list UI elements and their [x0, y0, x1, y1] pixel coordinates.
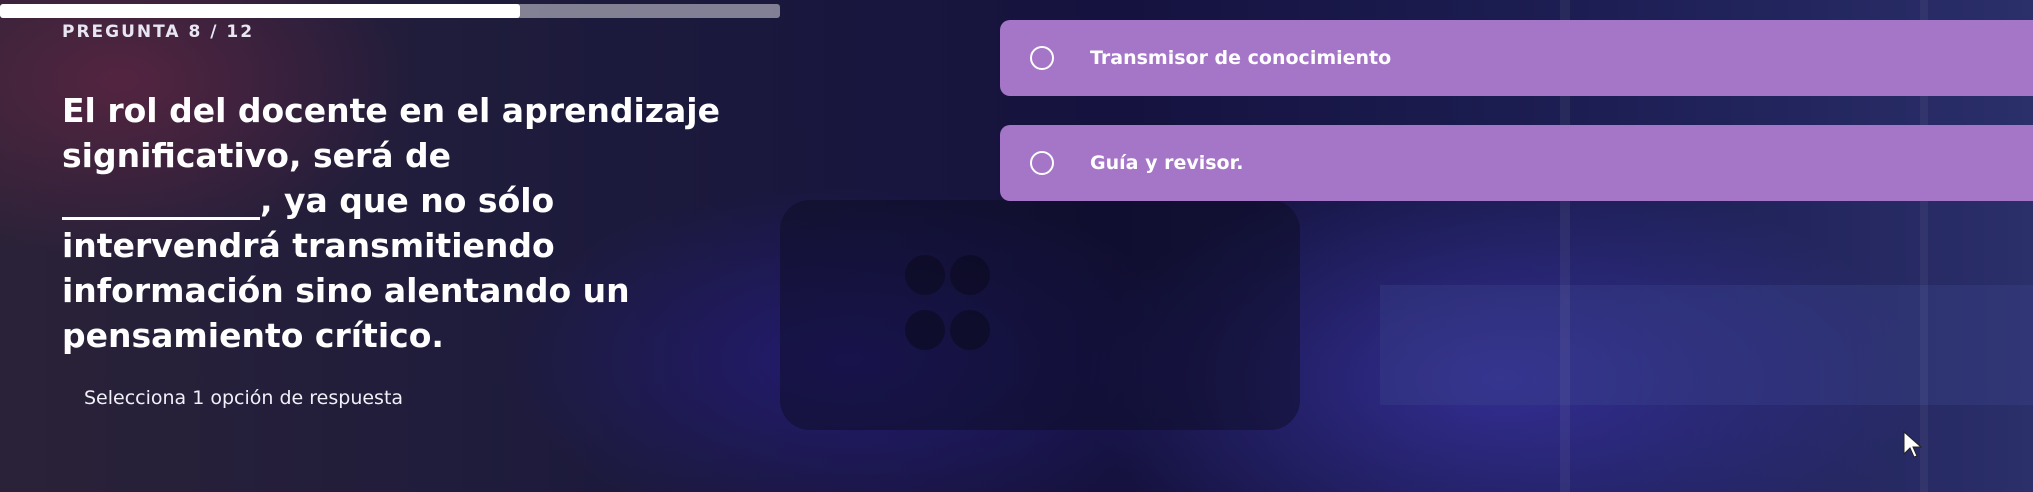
answer-option-guia[interactable]: Guía y revisor. [1000, 125, 2033, 201]
progress-bar-fill [0, 4, 521, 18]
background-shape [780, 200, 1300, 430]
progress-bar [0, 4, 780, 18]
background-shape [950, 255, 990, 295]
question-line: El rol del docente en el aprendizaje [62, 91, 720, 130]
question-line: significativo, será de [62, 136, 452, 175]
radio-circle-icon[interactable] [1030, 151, 1054, 175]
answer-option-label: Guía y revisor. [1090, 152, 1244, 174]
question-counter: PREGUNTA 8 / 12 [62, 22, 255, 42]
background-shape [950, 310, 990, 350]
background-shape [1380, 285, 2033, 405]
question-line: ____________, ya que no sólo [62, 181, 555, 220]
question-text: El rol del docente en el aprendizaje sig… [62, 88, 782, 358]
radio-circle-icon[interactable] [1030, 46, 1054, 70]
question-line: pensamiento crítico. [62, 316, 444, 355]
answer-instruction: Selecciona 1 opción de respuesta [84, 387, 404, 409]
question-line: información sino alentando un [62, 271, 630, 310]
question-line: intervendrá transmitiendo [62, 226, 555, 265]
answer-option-transmisor[interactable]: Transmisor de conocimiento [1000, 20, 2033, 96]
answer-option-label: Transmisor de conocimiento [1090, 47, 1392, 69]
background-shape [905, 310, 945, 350]
mouse-pointer-icon [1903, 430, 1923, 458]
background-shape [905, 255, 945, 295]
